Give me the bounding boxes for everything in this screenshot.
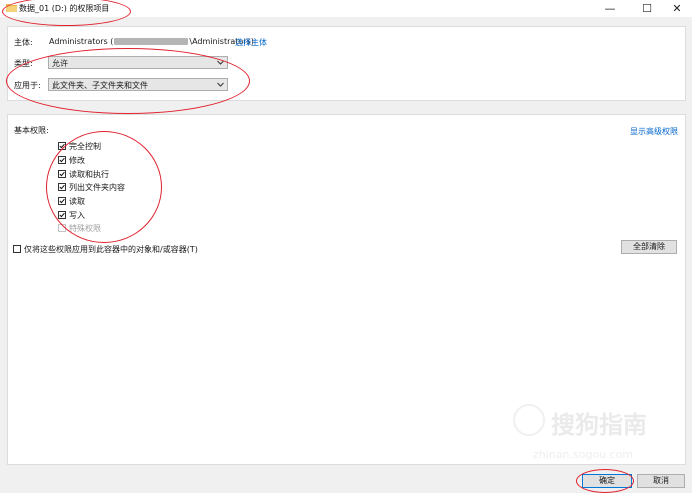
permission-label: 完全控制 [69, 142, 101, 151]
permission-label: 写入 [69, 211, 85, 220]
checkmark-icon [59, 143, 65, 149]
cancel-button[interactable]: 取消 [637, 474, 685, 488]
minimize-button[interactable]: — [597, 0, 623, 17]
checkbox-checked[interactable] [58, 170, 66, 178]
checkbox-checked[interactable] [58, 183, 66, 191]
close-button[interactable]: ✕ [664, 0, 690, 17]
checkmark-icon [59, 171, 65, 177]
folder-icon [6, 4, 17, 12]
principal-panel: 主体: Administrators (\Administrators) 选择主… [7, 26, 686, 101]
permission-label: 读取和执行 [69, 170, 109, 179]
show-advanced-permissions-link[interactable]: 显示高级权限 [630, 126, 678, 137]
checkmark-icon [59, 212, 65, 218]
checkbox-checked[interactable] [58, 142, 66, 150]
window-title: 数据_01 (D:) 的权限项目 [19, 4, 110, 13]
applies-to-dropdown-value: 此文件夹、子文件夹和文件 [52, 81, 148, 90]
checkbox-disabled [58, 224, 66, 232]
type-dropdown[interactable]: 允许 [48, 56, 228, 69]
permission-label: 读取 [69, 197, 85, 206]
principal-value-prefix: Administrators ( [49, 37, 114, 46]
principal-label: 主体: [14, 38, 33, 47]
redacted-block [114, 38, 189, 45]
permission-label: 特殊权限 [69, 224, 101, 233]
checkbox-checked[interactable] [58, 156, 66, 164]
applies-to-dropdown[interactable]: 此文件夹、子文件夹和文件 [48, 78, 228, 91]
checkbox-checked[interactable] [58, 197, 66, 205]
clear-all-button[interactable]: 全部清除 [621, 240, 677, 254]
checkmark-icon [59, 198, 65, 204]
permissions-panel: 基本权限: 显示高级权限 完全控制 修改 读取和执行 列出文件夹内容 读取 写入… [7, 114, 686, 465]
basic-permissions-heading: 基本权限: [14, 126, 49, 135]
applies-to-label: 应用于: [14, 81, 41, 90]
chevron-down-icon [217, 82, 224, 87]
type-dropdown-value: 允许 [52, 59, 68, 68]
principal-value: Administrators (\Administrators) [49, 37, 254, 46]
apply-only-label: 仅将这些权限应用到此容器中的对象和/或容器(T) [24, 245, 198, 254]
checkmark-icon [59, 157, 65, 163]
checkbox-unchecked[interactable] [13, 245, 21, 253]
maximize-button[interactable]: ☐ [634, 0, 660, 17]
type-label: 类型: [14, 59, 33, 68]
permission-label: 列出文件夹内容 [69, 183, 125, 192]
permission-label: 修改 [69, 156, 85, 165]
select-principal-link[interactable]: 选择主体 [235, 37, 267, 48]
chevron-down-icon [217, 60, 224, 65]
title-bar: 数据_01 (D:) 的权限项目 — ☐ ✕ [0, 0, 692, 17]
checkbox-checked[interactable] [58, 211, 66, 219]
ok-button[interactable]: 确定 [582, 474, 632, 488]
checkmark-icon [59, 184, 65, 190]
